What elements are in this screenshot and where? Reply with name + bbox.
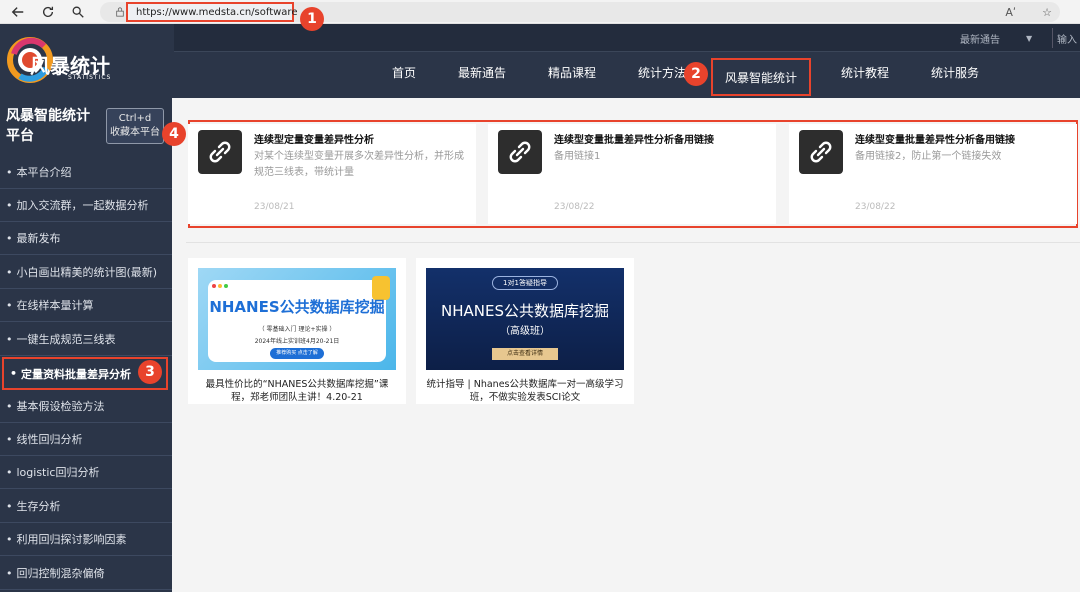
sidebar-item-label: 小白画出精美的统计图(最新): [16, 266, 158, 279]
sidebar-item-label: 加入交流群，一起数据分析: [16, 199, 149, 212]
promo-banner-title: NHANES公共数据库挖掘: [441, 302, 609, 320]
sidebar-item-label: 线性回归分析: [16, 433, 83, 446]
bookmark-label: 收藏本平台: [110, 127, 160, 138]
sidebar-item-three-line-table[interactable]: • 一键生成规范三线表: [0, 323, 172, 356]
card-desc: 备用链接2，防止第一个链接失效: [855, 151, 1002, 162]
card-desc: 备用链接1: [554, 151, 601, 162]
annotation-badge-1: 1: [300, 7, 324, 31]
nav-courses[interactable]: 精品课程: [548, 64, 596, 81]
nav-methods[interactable]: 统计方法: [638, 64, 686, 81]
promo-caption[interactable]: 统计指导 | Nhanes公共数据库一对一高级学习班，不做实验发表SCI论文: [426, 378, 624, 404]
sidebar-title: 风暴智能统计平台: [6, 108, 90, 144]
site-header: 风暴统计 STATISTICS 最新通告 ▼ 输入 首页 最新通告 精品课程 统…: [0, 24, 1080, 98]
url-text[interactable]: https://www.medsta.cn/software: [126, 2, 297, 22]
sidebar-item-linear-regression[interactable]: • 线性回归分析: [0, 423, 172, 456]
bookmark-button[interactable]: Ctrl+d 收藏本平台: [106, 108, 164, 144]
link-icon: [198, 130, 242, 174]
screenshot-root: https://www.medsta.cn/software Aʹ ☆ 风暴统计…: [0, 0, 1080, 592]
promo-banner-title: NHANES公共数据库挖掘: [209, 298, 385, 316]
back-icon[interactable]: [6, 0, 30, 24]
promo-banner[interactable]: NHANES公共数据库挖掘 （ 零基础入门 理论+实操 ） 2024年线上实训班…: [198, 268, 396, 370]
main-content: 连续型定量变量差异性分析 对某个连续型变量开展多次差异性分析，并形成规范三线表，…: [172, 98, 1080, 592]
promo-banner-date: 2024年线上实训班4月20-21日: [254, 338, 340, 345]
card-date: 23/08/22: [855, 202, 896, 212]
chevron-down-icon: ▼: [1026, 33, 1033, 43]
card-date: 23/08/22: [554, 202, 595, 212]
search-input[interactable]: 输入: [1052, 28, 1080, 48]
search-icon[interactable]: [66, 0, 90, 24]
logo-subtext: STATISTICS: [68, 74, 112, 81]
card-date: 23/08/21: [254, 202, 295, 212]
promo-banner-button[interactable]: 点击查看详情: [492, 348, 558, 360]
sidebar-item-join-group[interactable]: • 加入交流群，一起数据分析: [0, 189, 172, 222]
card-title[interactable]: 连续型变量批量差异性分析备用链接: [554, 131, 714, 146]
nav-services[interactable]: 统计服务: [931, 64, 979, 81]
browser-toolbar: https://www.medsta.cn/software Aʹ ☆: [0, 0, 1080, 24]
tool-card[interactable]: 连续型变量批量差异性分析备用链接 备用链接2，防止第一个链接失效 23/08/2…: [789, 124, 1077, 224]
promo-banner-button[interactable]: 推荐购买 点击了解: [270, 348, 324, 359]
tool-card[interactable]: 连续型定量变量差异性分析 对某个连续型变量开展多次差异性分析，并形成规范三线表，…: [188, 124, 476, 224]
site-logo[interactable]: 风暴统计 STATISTICS: [6, 34, 146, 90]
sidebar-item-latest[interactable]: • 最新发布: [0, 222, 172, 255]
sidebar-item-influence-factors[interactable]: • 利用回归探讨影响因素: [0, 523, 172, 556]
sidebar-item-label: 利用回归探讨影响因素: [16, 533, 127, 546]
sidebar-item-label: logistic回归分析: [16, 466, 100, 479]
annotation-badge-3: 3: [138, 360, 162, 384]
annotation-badge-2: 2: [684, 62, 708, 86]
nav-home[interactable]: 首页: [392, 64, 416, 81]
sidebar-item-survival[interactable]: • 生存分析: [0, 490, 172, 523]
notice-select-label: 最新通告: [960, 34, 1000, 46]
tool-card[interactable]: 连续型变量批量差异性分析备用链接 备用链接1 23/08/22: [488, 124, 776, 224]
nav-tutorials[interactable]: 统计教程: [841, 64, 889, 81]
bookmark-key: Ctrl+d: [118, 113, 152, 124]
promo-banner-subtitle: （ 零基础入门 理论+实操 ）: [258, 326, 336, 333]
sidebar-item-sample-size[interactable]: • 在线样本量计算: [0, 289, 172, 322]
main-nav: 首页 最新通告 精品课程 统计方法 风暴智能统计 统计教程 统计服务: [174, 52, 1080, 98]
nav-latest-notice[interactable]: 最新通告: [458, 64, 506, 81]
read-aloud-icon[interactable]: Aʹ: [1005, 6, 1016, 19]
sidebar-item-label: 生存分析: [16, 500, 61, 513]
sidebar-item-hypothesis[interactable]: • 基本假设检验方法: [0, 390, 172, 423]
promo-card[interactable]: 1对1答疑指导 NHANES公共数据库挖掘 （高级班） 点击查看详情 统计指导 …: [416, 258, 634, 404]
sidebar: 风暴智能统计平台 Ctrl+d 收藏本平台 • 本平台介绍 • 加入交流群，一起数据…: [0, 98, 172, 592]
sidebar-item-logistic[interactable]: • logistic回归分析: [0, 456, 172, 489]
sidebar-item-label: 本平台介绍: [16, 166, 72, 179]
promo-caption[interactable]: 最具性价比的“NHANES公共数据库挖掘”课程，郑老师团队主讲！4.20-21: [198, 378, 396, 404]
favorite-icon[interactable]: ☆: [1042, 6, 1052, 19]
link-icon: [799, 130, 843, 174]
link-icon: [498, 130, 542, 174]
promo-banner[interactable]: 1对1答疑指导 NHANES公共数据库挖掘 （高级班） 点击查看详情: [426, 268, 624, 370]
sidebar-item-confounding[interactable]: • 回归控制混杂偏倚: [0, 557, 172, 590]
sidebar-item-intro[interactable]: • 本平台介绍: [0, 156, 172, 189]
promo-banner-tag: 1对1答疑指导: [492, 276, 558, 290]
refresh-icon[interactable]: [36, 0, 60, 24]
promo-banner-subtitle: （高级班）: [500, 326, 550, 337]
sidebar-item-label: 最新发布: [16, 232, 61, 245]
sidebar-item-label: 在线样本量计算: [16, 299, 94, 312]
card-title[interactable]: 连续型定量变量差异性分析: [254, 131, 374, 146]
sidebar-item-label: 一键生成规范三线表: [16, 333, 116, 346]
promo-card[interactable]: NHANES公共数据库挖掘 （ 零基础入门 理论+实操 ） 2024年线上实训班…: [188, 258, 406, 404]
sidebar-item-label: 回归控制混杂偏倚: [16, 567, 105, 580]
sidebar-item-charts[interactable]: • 小白画出精美的统计图(最新): [0, 256, 172, 289]
address-bar[interactable]: https://www.medsta.cn/software Aʹ ☆: [100, 2, 1060, 22]
annotation-badge-4: 4: [162, 122, 186, 146]
nav-smart-statistics[interactable]: 风暴智能统计: [711, 58, 811, 96]
divider: [186, 242, 1080, 243]
card-title[interactable]: 连续型变量批量差异性分析备用链接: [855, 131, 1015, 146]
sidebar-item-label: 定量资料批量差异分析: [21, 367, 132, 381]
sidebar-item-label: 基本假设检验方法: [16, 400, 105, 413]
card-desc: 对某个连续型变量开展多次差异性分析，并形成规范三线表，带统计量: [254, 151, 464, 178]
notice-select[interactable]: 最新通告 ▼: [960, 28, 1050, 48]
